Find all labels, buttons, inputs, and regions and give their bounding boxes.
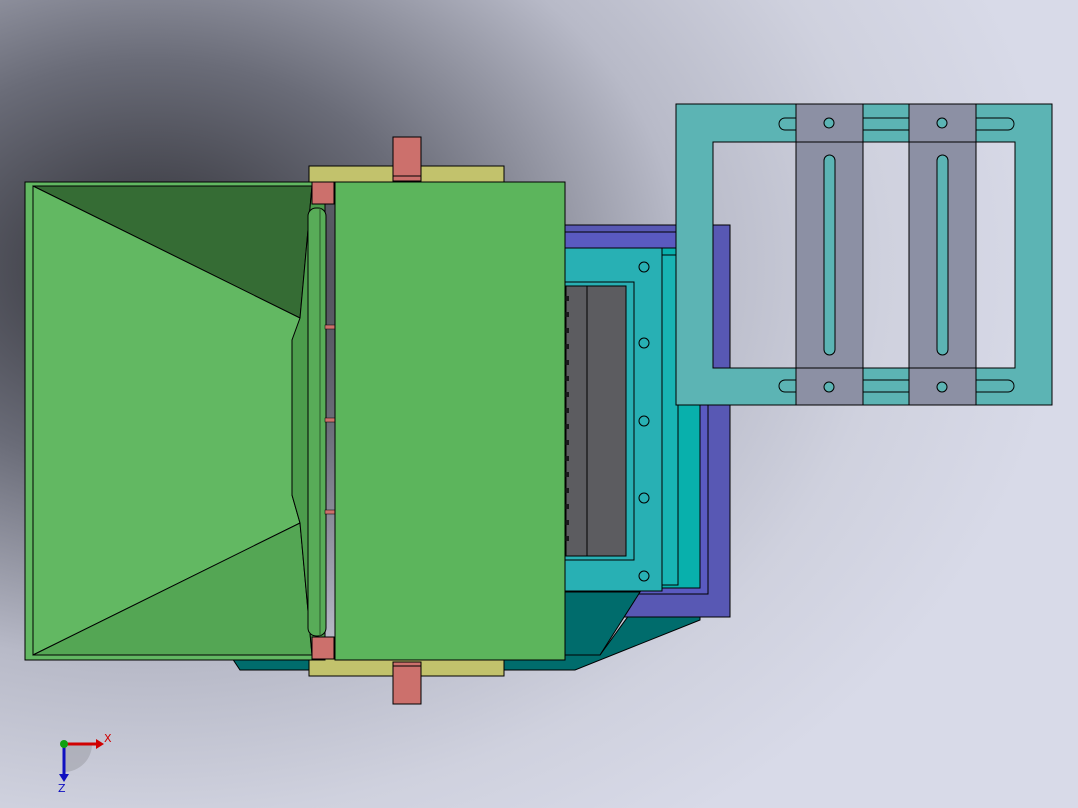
main-housing bbox=[334, 181, 566, 661]
pin-collar-bottom bbox=[311, 636, 335, 660]
slot-bar-left bbox=[795, 103, 864, 406]
pin-collar-top bbox=[311, 181, 335, 205]
y-axis-dot bbox=[60, 740, 68, 748]
slot-bar-right bbox=[908, 103, 977, 406]
hopper-lip bbox=[307, 207, 327, 637]
hinge-tick bbox=[324, 324, 336, 330]
hinge-tick bbox=[324, 509, 336, 515]
cad-viewport[interactable]: X Z bbox=[0, 0, 1078, 808]
pin-top bbox=[392, 136, 422, 182]
x-axis-label: X bbox=[104, 732, 112, 745]
hinge-tick bbox=[324, 417, 336, 423]
z-axis-label: Z bbox=[58, 782, 66, 795]
pin-bottom bbox=[392, 661, 422, 705]
screen-grate bbox=[565, 285, 627, 557]
